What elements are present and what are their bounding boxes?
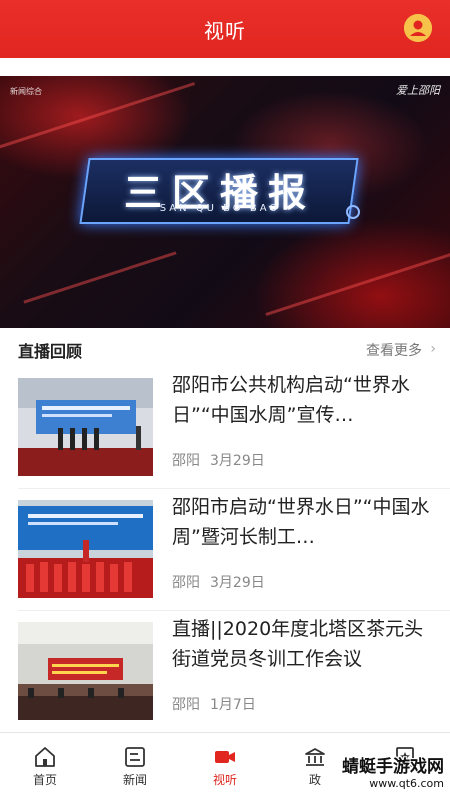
news-thumbnail xyxy=(18,378,153,476)
banner-ring-icon xyxy=(346,205,360,219)
news-source: 邵阳 xyxy=(172,453,200,469)
news-date: 3月29日 xyxy=(210,453,265,469)
news-thumbnail xyxy=(18,622,153,720)
video-player[interactable]: 新闻综合 爱上邵阳 三区播报 SAN QU BO BAO xyxy=(0,76,450,328)
program-banner-subtitle: SAN QU BO BAO xyxy=(159,203,281,214)
watermark: 蜻蜓手游戏网 www.qt6.com xyxy=(294,752,444,794)
chevron-right-icon[interactable]: › xyxy=(430,341,436,357)
top-bar: 视听 xyxy=(0,0,450,58)
tab-label: 新闻 xyxy=(122,773,147,787)
list-item[interactable]: 直播||2020年度北塔区茶元头街道党员冬训工作会议 邵阳 1月7日 xyxy=(0,614,450,734)
video-graphic-stripe xyxy=(265,238,450,317)
news-title: 直播||2020年度北塔区茶元头街道党员冬训工作会议 xyxy=(172,618,424,670)
watermark-url: www.qt6.com xyxy=(369,777,444,790)
news-source: 邵阳 xyxy=(172,697,200,713)
tab-label: 首页 xyxy=(32,773,57,787)
list-item[interactable]: 邵阳市公共机构启动“世界水日”“中国水周”宣传… 邵阳 3月29日 xyxy=(0,370,450,490)
divider xyxy=(18,488,450,489)
tab-label: 视听 xyxy=(212,773,237,787)
list-item[interactable]: 邵阳市启动“世界水日”“中国水周”暨河长制工… 邵阳 3月29日 xyxy=(0,492,450,612)
news-date: 1月7日 xyxy=(210,697,256,713)
see-more-link[interactable]: 查看更多 xyxy=(366,340,422,360)
page-title: 视听 xyxy=(204,19,246,43)
news-meta: 邵阳 3月29日 xyxy=(172,572,265,592)
tab-home[interactable]: 首页 xyxy=(0,733,90,800)
news-thumbnail xyxy=(18,500,153,598)
user-avatar-icon[interactable] xyxy=(404,14,432,42)
video-camera-icon xyxy=(215,751,235,763)
news-date: 3月29日 xyxy=(210,575,265,591)
station-logo: 爱上邵阳 xyxy=(396,84,440,97)
watermark-title: 蜻蜓手游戏网 xyxy=(342,757,444,777)
news-meta: 邵阳 1月7日 xyxy=(172,694,256,714)
news-title: 邵阳市公共机构启动“世界水日”“中国水周”宣传… xyxy=(172,374,410,426)
tab-video[interactable]: 视听 xyxy=(180,733,270,800)
news-source: 邵阳 xyxy=(172,575,200,591)
section-title: 直播回顾 xyxy=(18,342,83,361)
news-meta: 邵阳 3月29日 xyxy=(172,450,265,470)
home-icon xyxy=(35,747,55,767)
video-graphic-stripe xyxy=(23,251,177,304)
news-title: 邵阳市启动“世界水日”“中国水周”暨河长制工… xyxy=(172,496,430,548)
tab-news[interactable]: 新闻 xyxy=(90,733,180,800)
section-header: 直播回顾 查看更多 › xyxy=(0,328,450,368)
news-icon xyxy=(125,747,145,767)
channel-logo: 新闻综合 xyxy=(10,87,42,96)
divider xyxy=(18,610,450,611)
